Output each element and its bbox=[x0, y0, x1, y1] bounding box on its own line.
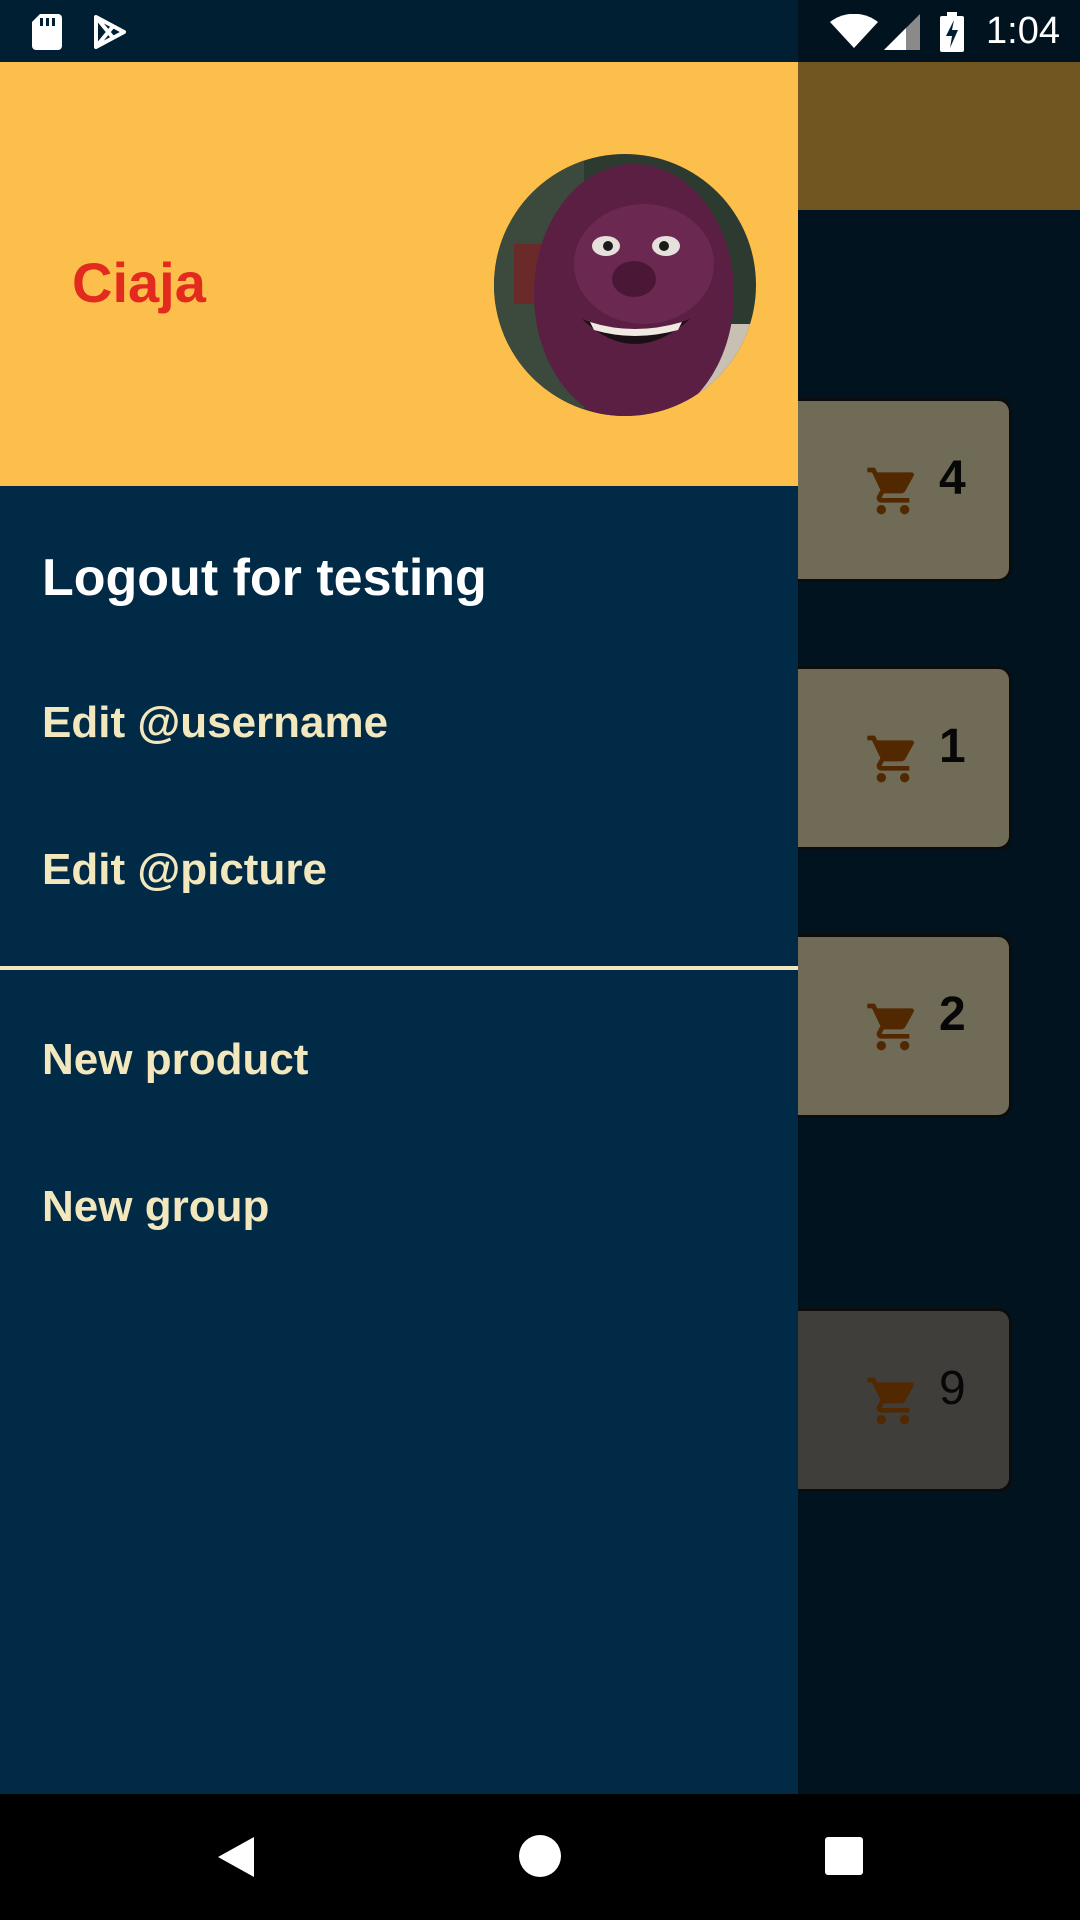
home-icon[interactable] bbox=[518, 1834, 562, 1878]
status-time: 1:04 bbox=[986, 10, 1060, 52]
edit-picture-menu-item[interactable]: Edit @picture bbox=[42, 845, 327, 895]
status-bar: 1:04 bbox=[0, 0, 1080, 62]
drawer-header: Ciaja bbox=[0, 62, 798, 486]
avatar[interactable] bbox=[494, 154, 756, 416]
new-product-menu-item[interactable]: New product bbox=[42, 1035, 308, 1085]
recents-icon[interactable] bbox=[824, 1836, 864, 1876]
wifi-icon bbox=[830, 14, 878, 48]
signal-icon bbox=[884, 14, 920, 50]
navigation-drawer: Ciaja Logout for testing Edit @username … bbox=[0, 62, 798, 1794]
edit-username-menu-item[interactable]: Edit @username bbox=[42, 698, 388, 748]
battery-charging-icon bbox=[940, 12, 964, 52]
avatar-photo bbox=[494, 154, 756, 416]
play-store-icon bbox=[94, 15, 126, 49]
sd-card-icon bbox=[32, 14, 62, 50]
user-name: Ciaja bbox=[72, 251, 206, 314]
system-nav-bar bbox=[0, 1794, 1080, 1920]
new-group-menu-item[interactable]: New group bbox=[42, 1182, 269, 1232]
drawer-divider bbox=[0, 966, 798, 970]
screen: 4 1 2 9 bbox=[0, 0, 1080, 1920]
logout-menu-item[interactable]: Logout for testing bbox=[42, 548, 487, 608]
back-icon[interactable] bbox=[214, 1834, 258, 1880]
